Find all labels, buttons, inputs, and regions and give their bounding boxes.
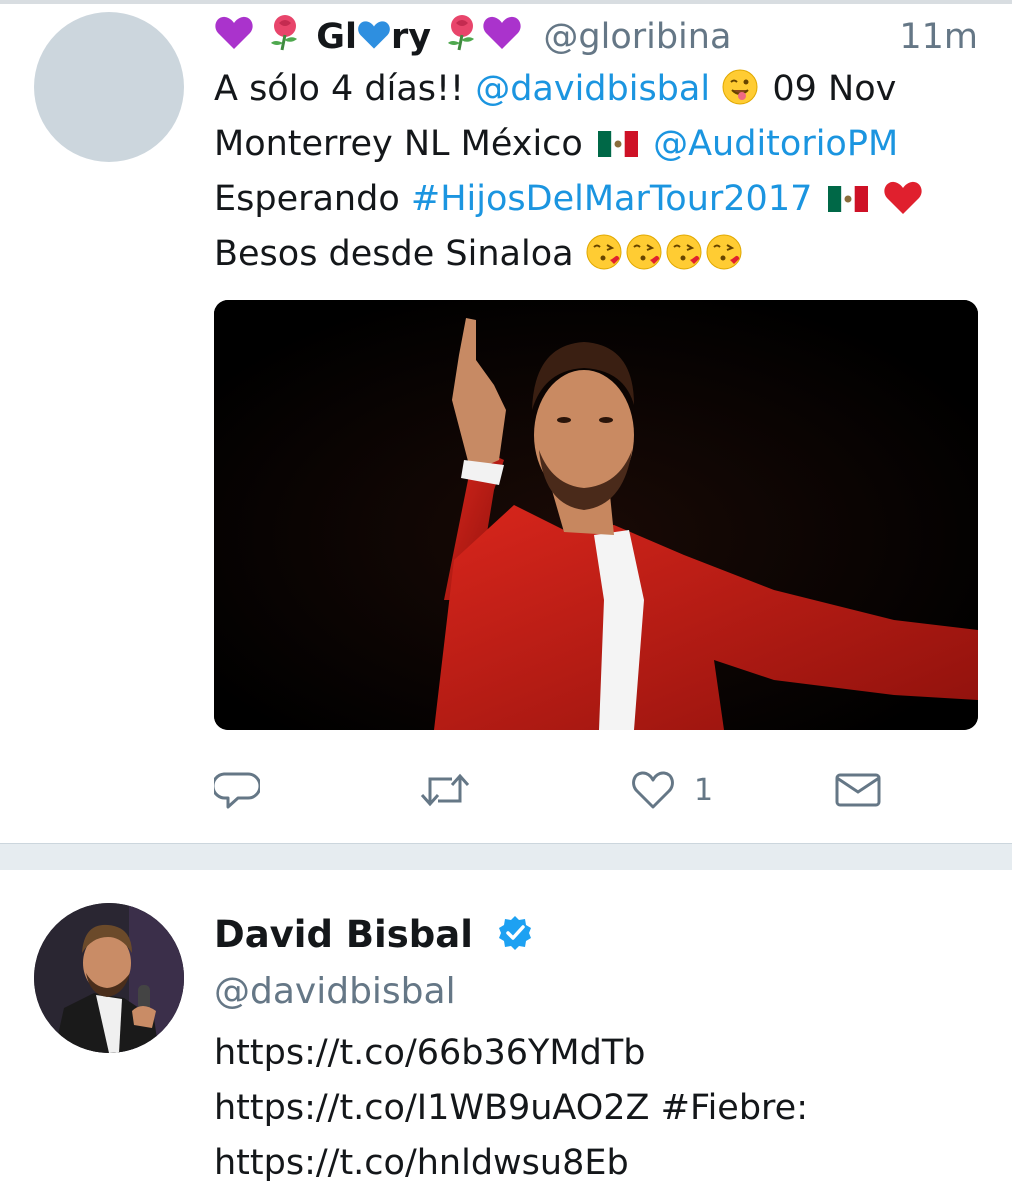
rose-icon: [265, 13, 305, 65]
display-name[interactable]: David Bisbal: [214, 913, 473, 956]
display-name[interactable]: Gl ry: [214, 15, 533, 57]
rose-icon: [442, 13, 482, 65]
text-greeting: Besos desde Sinaloa: [214, 234, 585, 274]
hashtag-hijosdelmartour2017[interactable]: #HijosDelMarTour2017: [411, 179, 812, 219]
display-name-row: David Bisbal: [214, 910, 978, 960]
mexico-flag-icon: [597, 119, 638, 157]
url-link[interactable]: https://t.co/66b36YMdTb: [214, 1026, 978, 1081]
face-blowing-kiss-icon: [705, 233, 743, 271]
verified-badge-icon: [496, 914, 534, 965]
mention-auditoriopm[interactable]: @AuditorioPM: [653, 124, 898, 164]
purple-heart-icon: [482, 15, 522, 65]
display-name-part: ry: [391, 17, 432, 57]
like-button[interactable]: 1: [630, 764, 713, 816]
direct-message-icon: [834, 770, 882, 810]
profile-photo: [34, 903, 184, 1053]
avatar-gloribina[interactable]: [34, 12, 184, 162]
avatar-davidbisbal[interactable]: [34, 903, 184, 1053]
text-city: Monterrey NL México: [214, 124, 594, 164]
user-handle[interactable]: @davidbisbal: [214, 964, 978, 1020]
tweet-actions: 1: [214, 764, 978, 816]
url-link-with-hashtag[interactable]: https://t.co/I1WB9uAO2Z #Fiebre:: [214, 1081, 978, 1136]
kissing-faces: [585, 234, 745, 274]
mention-davidbisbal[interactable]: @davidbisbal: [475, 69, 710, 109]
text-date: 09 Nov: [761, 69, 897, 109]
winking-face-tongue-icon: [721, 68, 759, 106]
retweet-icon: [418, 769, 472, 811]
tweet-davidbisbal[interactable]: David Bisbal @davidbisbal https://t.co/6…: [0, 870, 1012, 1200]
tweet-header: Gl ry @gloribina 11m: [214, 12, 978, 62]
face-blowing-kiss-icon: [585, 233, 623, 271]
display-name-part: Gl: [316, 17, 358, 57]
like-icon: [630, 769, 676, 811]
tweet-gloribina[interactable]: Gl ry @gloribina 11m A sólo 4 días!! @da…: [0, 0, 1012, 843]
reply-icon: [214, 768, 260, 812]
tweet-text: A sólo 4 días!! @davidbisbal 09 Nov Mont…: [214, 62, 978, 282]
purple-heart-icon: [214, 15, 254, 65]
concert-photo: [214, 300, 978, 730]
direct-message-button[interactable]: [834, 764, 882, 816]
tweet-content: Gl ry @gloribina 11m A sólo 4 días!! @da…: [214, 12, 978, 282]
user-handle[interactable]: @gloribina: [543, 17, 731, 57]
text-intro: A sólo 4 días!!: [214, 69, 476, 109]
tweet-content: David Bisbal @davidbisbal https://t.co/6…: [214, 910, 978, 1191]
retweet-button[interactable]: [418, 764, 472, 816]
like-count: 1: [694, 772, 714, 808]
blue-heart-icon: [357, 15, 391, 65]
red-heart-icon: [883, 178, 922, 216]
mexico-flag-icon: [827, 174, 868, 212]
tweet-divider: [0, 843, 1012, 870]
tweet-media-photo[interactable]: [214, 300, 978, 730]
face-blowing-kiss-icon: [625, 233, 663, 271]
url-link[interactable]: https://t.co/hnldwsu8Eb: [214, 1136, 978, 1191]
tweet-text: https://t.co/66b36YMdTb https://t.co/I1W…: [214, 1026, 978, 1191]
timestamp[interactable]: 11m: [899, 12, 978, 62]
reply-button[interactable]: [214, 764, 260, 816]
text-waiting: Esperando: [214, 179, 411, 219]
face-blowing-kiss-icon: [665, 233, 703, 271]
